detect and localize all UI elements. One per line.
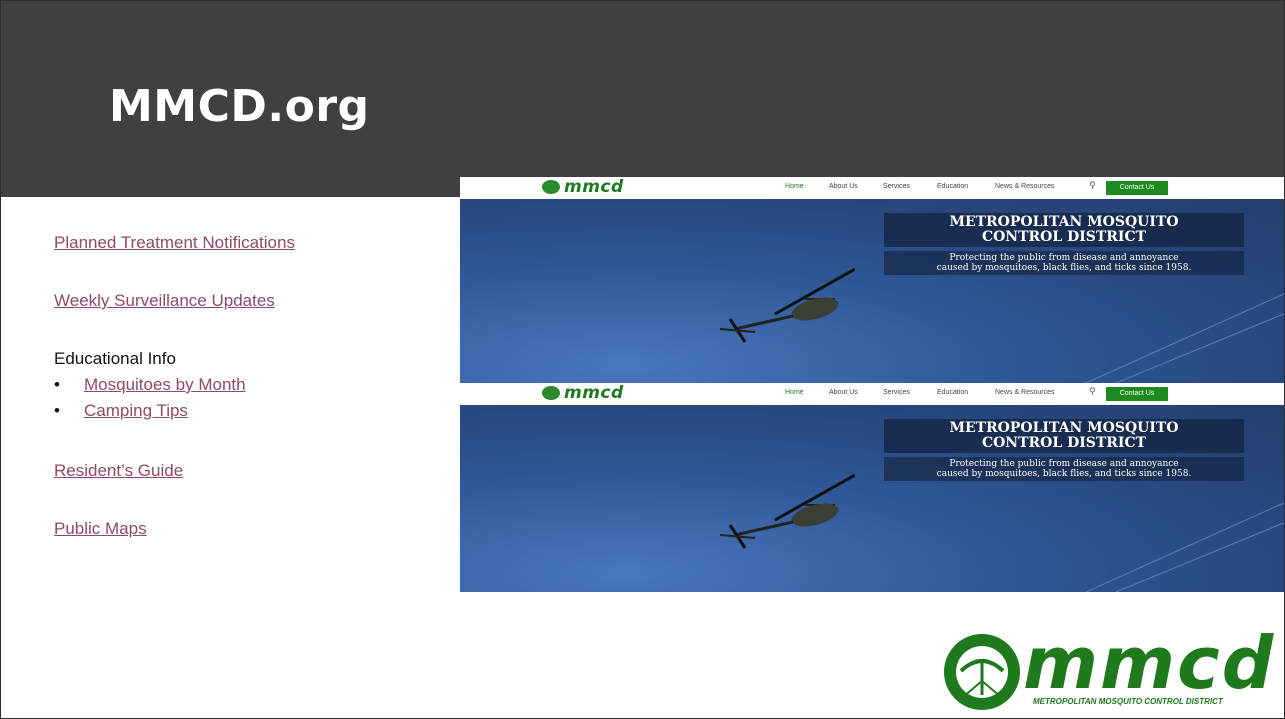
website-nav: mmcd Home About Us Services Education Ne…: [460, 177, 1284, 199]
nav-services[interactable]: Services: [883, 183, 910, 190]
weekly-surveillance-link[interactable]: Weekly Surveillance Updates: [54, 291, 275, 311]
search-icon[interactable]: ⚲: [1089, 387, 1096, 397]
camping-tips-link[interactable]: Camping Tips: [84, 401, 188, 420]
helicopter-icon: [719, 473, 855, 549]
mosquito-logo-icon: [542, 180, 560, 194]
mosquito-logo-icon: [944, 634, 1020, 710]
nav-news[interactable]: News & Resources: [995, 183, 1055, 190]
nav-education[interactable]: Education: [937, 389, 968, 396]
helicopter-icon: [719, 267, 855, 343]
bullet-item: • Mosquitoes by Month: [54, 375, 246, 394]
contact-button[interactable]: Contact Us: [1106, 387, 1168, 401]
hero-heading: METROPOLITAN MOSQUITO CONTROL DISTRICT: [884, 419, 1244, 453]
nav-education[interactable]: Education: [937, 183, 968, 190]
website-screenshot-1: mmcd Home About Us Services Education Ne…: [460, 177, 1284, 383]
website-nav: mmcd Home About Us Services Education Ne…: [460, 383, 1284, 405]
contact-button[interactable]: Contact Us: [1106, 181, 1168, 195]
public-maps-link[interactable]: Public Maps: [54, 519, 147, 539]
nav-services[interactable]: Services: [883, 389, 910, 396]
wire-lines: [1086, 293, 1284, 383]
logo-wordmark: mmcd: [1023, 621, 1276, 705]
hero-image: METROPOLITAN MOSQUITO CONTROL DISTRICT Pr…: [460, 405, 1284, 592]
search-icon[interactable]: ⚲: [1089, 181, 1096, 191]
mosquitoes-by-month-link[interactable]: Mosquitoes by Month: [84, 375, 246, 394]
slide: MMCD.org Planned Treatment Notifications…: [0, 0, 1285, 719]
nav-about[interactable]: About Us: [829, 183, 858, 190]
logo-tagline: METROPOLITAN MOSQUITO CONTROL DISTRICT: [1033, 697, 1223, 706]
nav-home[interactable]: Home: [785, 389, 804, 396]
mmcd-logo: mmcd METROPOLITAN MOSQUITO CONTROL DISTR…: [941, 627, 1273, 713]
nav-news[interactable]: News & Resources: [995, 389, 1055, 396]
hero-heading: METROPOLITAN MOSQUITO CONTROL DISTRICT: [884, 213, 1244, 247]
slide-title: MMCD.org: [109, 81, 370, 132]
educational-info-heading: Educational Info: [54, 349, 176, 368]
planned-treatment-link[interactable]: Planned Treatment Notifications: [54, 233, 295, 253]
hero-subtitle: Protecting the public from disease and a…: [884, 457, 1244, 481]
bullet-item: • Camping Tips: [54, 401, 188, 420]
nav-about[interactable]: About Us: [829, 389, 858, 396]
hero-image: METROPOLITAN MOSQUITO CONTROL DISTRICT Pr…: [460, 199, 1284, 383]
mosquito-logo-icon: [542, 386, 560, 400]
residents-guide-link[interactable]: Resident’s Guide: [54, 461, 183, 481]
nav-home[interactable]: Home: [785, 183, 804, 190]
hero-subtitle: Protecting the public from disease and a…: [884, 251, 1244, 275]
website-screenshot-2: mmcd Home About Us Services Education Ne…: [460, 383, 1284, 592]
slide-header: MMCD.org: [1, 1, 1284, 197]
wire-lines: [1086, 502, 1284, 592]
website-brand: mmcd: [542, 177, 624, 197]
website-brand: mmcd: [542, 383, 624, 403]
